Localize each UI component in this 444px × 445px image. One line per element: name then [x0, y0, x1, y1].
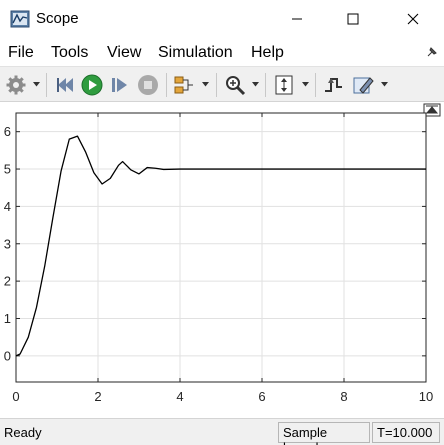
- menu-tools[interactable]: Tools: [51, 44, 88, 62]
- triggers-button[interactable]: [322, 74, 344, 96]
- title-bar: Scope: [0, 0, 444, 38]
- settings-gear-icon: [6, 75, 26, 95]
- highlight-icon: [353, 77, 374, 94]
- window-title: Scope: [36, 10, 79, 27]
- settings-button[interactable]: [5, 74, 27, 96]
- y-tick-label: 1: [4, 311, 11, 326]
- scope-display[interactable]: 0 2 4 6 8 10 0 1 2 3 4 5 6: [0, 103, 444, 416]
- autoscale-button[interactable]: [273, 74, 295, 96]
- menu-help[interactable]: Help: [251, 44, 284, 62]
- signal-selection-button[interactable]: [173, 74, 195, 96]
- triggers-icon: [325, 78, 342, 92]
- menu-file[interactable]: File: [8, 44, 34, 62]
- y-tick-label: 3: [4, 236, 11, 251]
- minimize-button[interactable]: [274, 0, 320, 38]
- x-tick-label: 4: [176, 389, 183, 404]
- minimize-icon: [292, 18, 302, 20]
- autoscale-dropdown-icon[interactable]: [302, 82, 309, 87]
- toolbar-separator: [216, 73, 217, 97]
- x-tick-label: 8: [340, 389, 347, 404]
- run-icon: [81, 74, 103, 96]
- x-tick-label: 2: [94, 389, 101, 404]
- step-forward-icon: [112, 78, 127, 92]
- close-icon: [407, 13, 419, 25]
- toolbar-separator: [46, 73, 47, 97]
- step-back-button[interactable]: [54, 74, 76, 96]
- y-tick-label: 2: [4, 274, 11, 289]
- step-forward-button[interactable]: [109, 74, 131, 96]
- close-button[interactable]: [390, 0, 436, 38]
- status-time: T=10.000: [377, 425, 433, 440]
- status-mode: Sample based: [283, 425, 328, 445]
- zoom-icon: [226, 76, 246, 96]
- settings-dropdown-icon[interactable]: [33, 82, 40, 87]
- x-tick-label: 10: [419, 389, 433, 404]
- autoscale-icon: [275, 75, 293, 95]
- toolbar-separator: [315, 73, 316, 97]
- pin-icon[interactable]: [426, 46, 438, 58]
- stop-icon: [138, 75, 158, 95]
- signal-selection-icon: [174, 76, 193, 94]
- toolbar-separator: [265, 73, 266, 97]
- scope-app-icon: [10, 10, 30, 28]
- menu-view[interactable]: View: [107, 44, 141, 62]
- status-mode-panel: Sample based: [278, 422, 370, 445]
- highlight-button[interactable]: [352, 74, 374, 96]
- menu-simulation[interactable]: Simulation: [158, 44, 233, 62]
- highlight-dropdown-icon[interactable]: [381, 82, 388, 87]
- status-text: Ready: [4, 425, 42, 440]
- step-back-icon: [57, 78, 73, 92]
- toolbar: [0, 66, 444, 102]
- x-tick-label: 6: [258, 389, 265, 404]
- y-tick-label: 6: [4, 124, 11, 139]
- maximize-button[interactable]: [330, 0, 376, 38]
- y-tick-label: 0: [4, 348, 11, 363]
- menu-bar: File Tools View Simulation Help: [0, 38, 444, 66]
- zoom-dropdown-icon[interactable]: [252, 82, 259, 87]
- stop-button[interactable]: [137, 74, 159, 96]
- y-tick-label: 5: [4, 162, 11, 177]
- x-tick-label: 0: [12, 389, 19, 404]
- axes-background: [16, 113, 426, 382]
- toolbar-separator: [166, 73, 167, 97]
- status-bar: Ready Sample based T=10.000: [0, 418, 444, 445]
- scope-plot[interactable]: 0 2 4 6 8 10 0 1 2 3 4 5 6: [0, 103, 444, 416]
- signal-dropdown-icon[interactable]: [202, 82, 209, 87]
- zoom-button[interactable]: [224, 74, 246, 96]
- run-button[interactable]: [81, 74, 103, 96]
- maximize-icon: [347, 13, 359, 25]
- status-time-panel: T=10.000: [372, 422, 440, 443]
- y-tick-label: 4: [4, 199, 11, 214]
